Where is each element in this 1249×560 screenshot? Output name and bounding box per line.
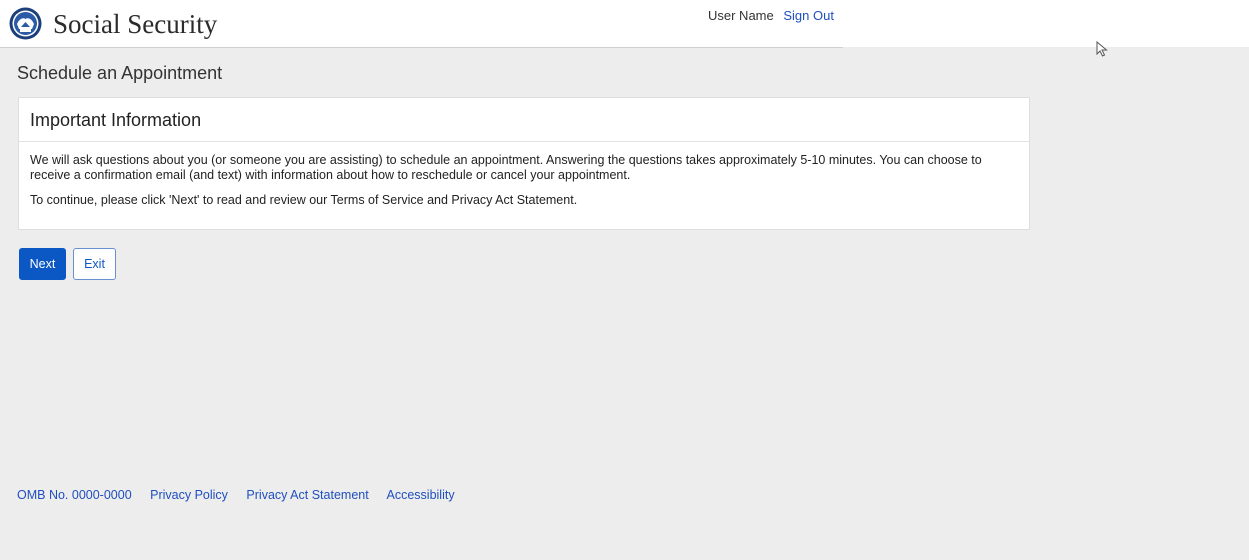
brand-title[interactable]: Social Security	[53, 8, 217, 40]
card-title: Important Information	[30, 110, 202, 130]
sign-out-link[interactable]: Sign Out	[783, 8, 834, 23]
site-header: Social Security User Name Sign Out	[0, 0, 1249, 47]
header-divider	[0, 47, 843, 48]
user-name: User Name	[708, 8, 774, 23]
footer-links: OMB No. 0000-0000 Privacy Policy Privacy…	[17, 488, 470, 502]
omb-number-link[interactable]: OMB No. 0000-0000	[17, 488, 132, 502]
important-information-card: Important Information We will ask questi…	[18, 97, 1030, 230]
card-header: Important Information	[19, 98, 1029, 142]
info-paragraph: We will ask questions about you (or some…	[30, 153, 982, 182]
mouse-cursor-icon	[1096, 41, 1108, 57]
next-button[interactable]: Next	[19, 248, 66, 280]
privacy-act-statement-link[interactable]: Privacy Act Statement	[246, 488, 368, 502]
continue-instruction: To continue, please click 'Next' to read…	[30, 193, 578, 207]
privacy-policy-link[interactable]: Privacy Policy	[150, 488, 228, 502]
user-area: User Name Sign Out	[708, 8, 834, 23]
exit-button[interactable]: Exit	[73, 248, 116, 280]
card-body: We will ask questions about you (or some…	[19, 142, 1029, 208]
accessibility-link[interactable]: Accessibility	[387, 488, 455, 502]
page-title: Schedule an Appointment	[17, 63, 223, 83]
ssa-seal-icon[interactable]	[9, 7, 42, 40]
